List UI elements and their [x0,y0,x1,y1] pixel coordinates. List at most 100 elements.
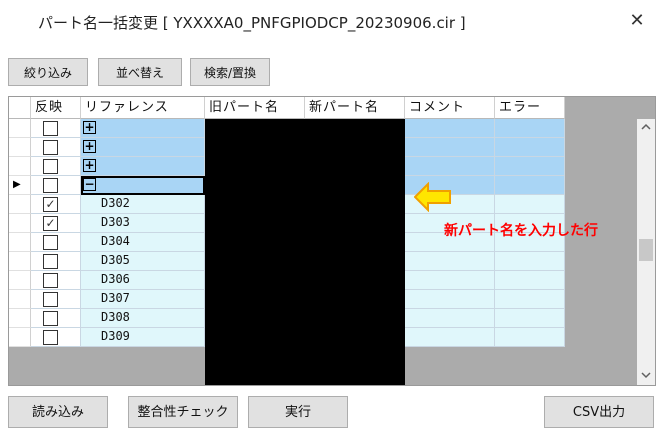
apply-cell[interactable] [31,271,81,290]
close-icon[interactable]: ✕ [624,9,650,33]
row-header[interactable] [9,157,31,176]
reference-cell[interactable]: D306 [81,271,205,290]
row-filler [565,195,637,214]
error-cell[interactable] [495,252,565,271]
column-header-old-part[interactable]: 旧パート名 [205,97,305,119]
apply-checkbox[interactable] [43,235,58,250]
collapse-icon[interactable]: − [83,178,96,191]
comment-cell[interactable] [405,138,495,157]
row-filler [565,309,637,328]
apply-cell[interactable] [31,309,81,328]
reference-cell[interactable]: D302 [81,195,205,214]
column-header-comment[interactable]: コメント [405,97,495,119]
apply-checkbox[interactable]: ✓ [43,197,58,212]
apply-checkbox[interactable] [43,159,58,174]
reference-cell[interactable]: D305 [81,252,205,271]
error-cell[interactable] [495,309,565,328]
row-header[interactable] [9,328,31,347]
row-filler [565,138,637,157]
row-header[interactable] [9,119,31,138]
row-header[interactable] [9,195,31,214]
column-header-apply[interactable]: 反映 [31,97,81,119]
comment-cell[interactable] [405,271,495,290]
apply-cell[interactable] [31,176,81,195]
apply-cell[interactable] [31,157,81,176]
comment-cell[interactable] [405,157,495,176]
apply-checkbox[interactable] [43,330,58,345]
expand-icon[interactable]: + [83,159,96,172]
search-replace-button[interactable]: 検索/置換 [190,58,270,86]
row-header[interactable]: ▶ [9,176,31,195]
error-cell[interactable] [495,176,565,195]
row-filler [565,176,637,195]
reference-value: D308 [101,310,130,324]
row-header[interactable] [9,138,31,157]
row-header[interactable] [9,290,31,309]
comment-cell[interactable] [405,252,495,271]
reference-cell[interactable]: + [81,119,205,138]
apply-checkbox[interactable] [43,140,58,155]
comment-cell[interactable] [405,309,495,328]
column-header-filler [565,97,637,119]
row-header[interactable] [9,271,31,290]
comment-cell[interactable] [405,290,495,309]
apply-cell[interactable] [31,328,81,347]
comment-cell[interactable] [405,328,495,347]
error-cell[interactable] [495,271,565,290]
reference-cell[interactable]: + [81,157,205,176]
error-cell[interactable] [495,290,565,309]
reference-cell[interactable]: D304 [81,233,205,252]
apply-checkbox[interactable] [43,178,58,193]
apply-cell[interactable] [31,119,81,138]
error-cell[interactable] [495,157,565,176]
expand-icon[interactable]: + [83,140,96,153]
apply-cell[interactable]: ✓ [31,195,81,214]
apply-checkbox[interactable]: ✓ [43,216,58,231]
error-cell[interactable] [495,195,565,214]
apply-cell[interactable]: ✓ [31,214,81,233]
apply-cell[interactable] [31,252,81,271]
comment-cell[interactable] [405,119,495,138]
row-filler [565,328,637,347]
reference-cell[interactable]: D309 [81,328,205,347]
parts-grid[interactable]: 反映 リファレンス 旧パート名 新パート名 コメント エラー + + + ▶ − ✓ D30… [8,96,656,386]
reference-value: D302 [101,196,130,210]
expand-icon[interactable]: + [83,121,96,134]
reference-cell[interactable]: D307 [81,290,205,309]
apply-cell[interactable] [31,138,81,157]
column-header-new-part[interactable]: 新パート名 [305,97,405,119]
apply-checkbox[interactable] [43,254,58,269]
reference-cell[interactable]: + [81,138,205,157]
reference-cell[interactable]: D308 [81,309,205,328]
title-bar: パート名一括変更 [ YXXXXA0_PNFGPIODCP_20230906.c… [0,0,662,44]
csv-export-button[interactable]: CSV出力 [544,396,654,428]
sort-button[interactable]: 並べ替え [98,58,182,86]
row-header[interactable] [9,252,31,271]
apply-checkbox[interactable] [43,273,58,288]
consistency-check-button[interactable]: 整合性チェック [128,396,238,428]
column-header-reference[interactable]: リファレンス [81,97,205,119]
redacted-part-names [205,119,405,385]
apply-checkbox[interactable] [43,121,58,136]
apply-cell[interactable] [31,233,81,252]
row-header[interactable] [9,233,31,252]
apply-cell[interactable] [31,290,81,309]
reference-value: D306 [101,272,130,286]
vertical-scrollbar[interactable] [637,119,655,385]
apply-checkbox[interactable] [43,292,58,307]
run-button[interactable]: 実行 [248,396,348,428]
row-header[interactable] [9,214,31,233]
load-button[interactable]: 読み込み [8,396,108,428]
reference-cell[interactable]: D303 [81,214,205,233]
row-header-corner [9,97,31,119]
row-header[interactable] [9,309,31,328]
dialog-window: パート名一括変更 [ YXXXXA0_PNFGPIODCP_20230906.c… [0,0,662,442]
apply-checkbox[interactable] [43,311,58,326]
filter-button[interactable]: 絞り込み [8,58,88,86]
column-header-error[interactable]: エラー [495,97,565,119]
row-filler [565,271,637,290]
reference-cell[interactable]: − [81,176,205,195]
error-cell[interactable] [495,138,565,157]
error-cell[interactable] [495,328,565,347]
error-cell[interactable] [495,119,565,138]
